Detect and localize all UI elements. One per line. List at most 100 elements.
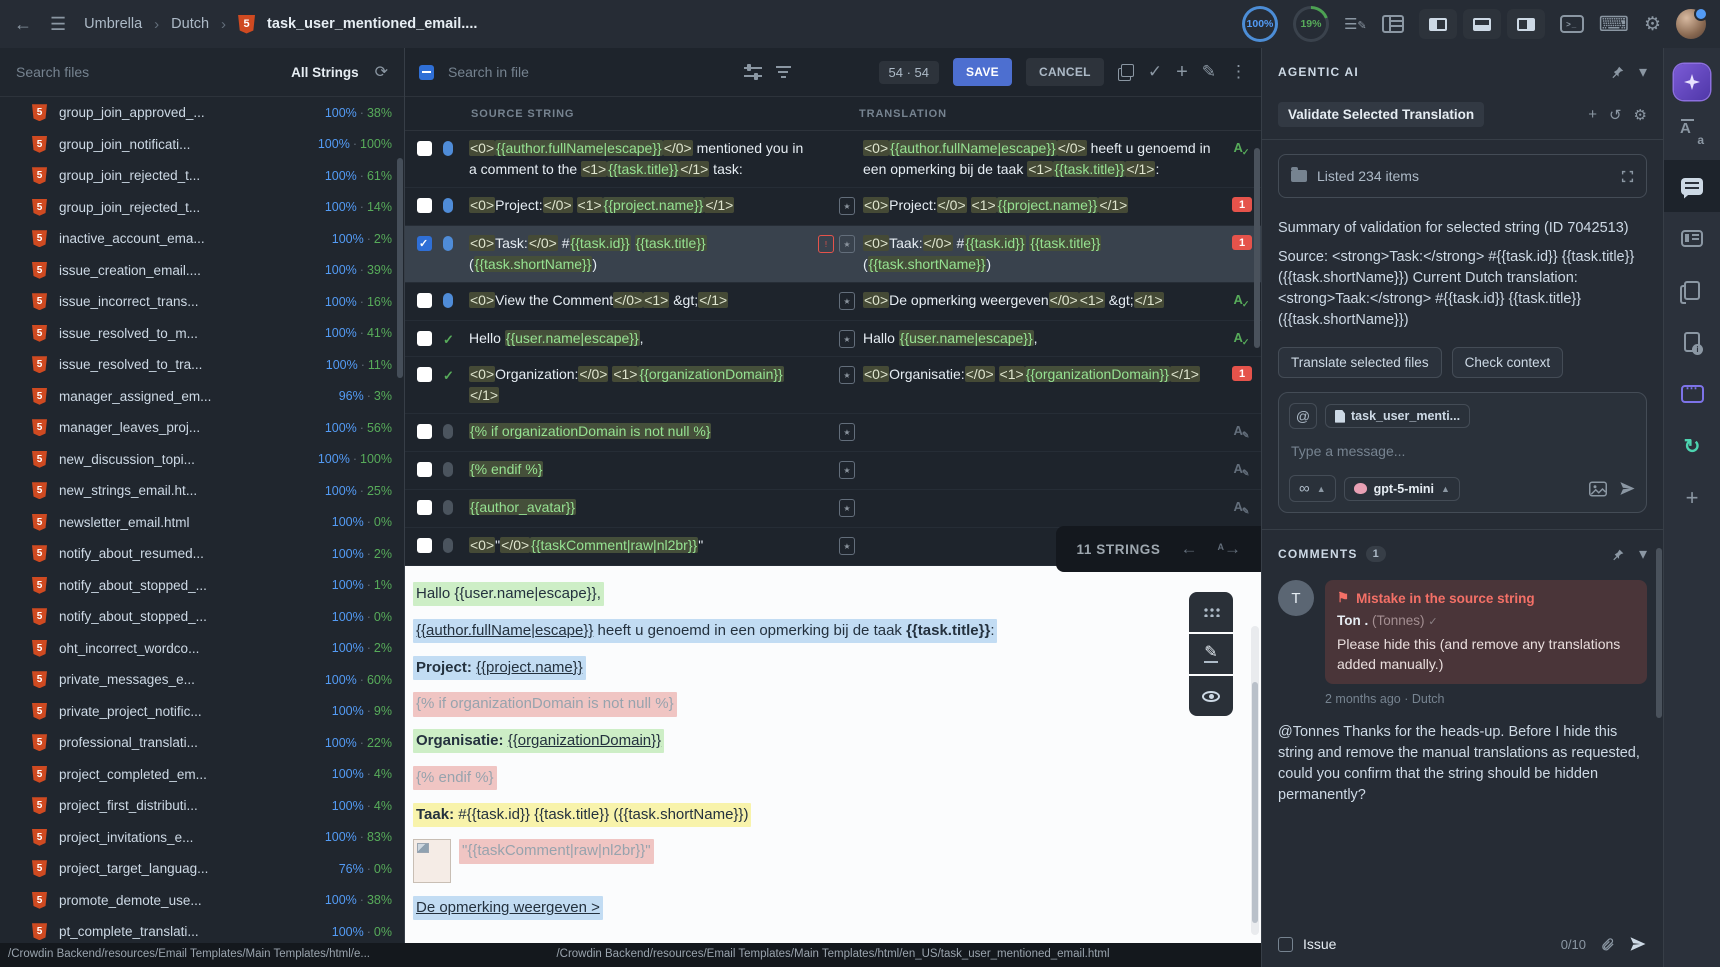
file-list-item[interactable]: 5project_first_distributi...100%·4% bbox=[0, 790, 404, 822]
string-row[interactable]: {% if organizationDomain is not null %}★… bbox=[405, 414, 1261, 452]
validate-translation-chip[interactable]: Validate Selected Translation bbox=[1278, 102, 1484, 127]
pin-icon[interactable] bbox=[1611, 65, 1625, 79]
model-dropdown[interactable]: gpt-5-mini ▲ bbox=[1344, 477, 1460, 501]
string-row[interactable]: <0>View the Comment</0><1> &gt;</1>★<0>D… bbox=[405, 283, 1261, 321]
file-list-item[interactable]: 5project_invitations_e...100%·83% bbox=[0, 822, 404, 854]
preview-highlight[interactable]: De opmerking weergeven > bbox=[413, 896, 603, 920]
refresh-icon[interactable]: ⟳ bbox=[375, 62, 388, 82]
file-list-item[interactable]: 5issue_resolved_to_m...100%·41% bbox=[0, 318, 404, 350]
save-button[interactable]: SAVE bbox=[953, 58, 1012, 86]
history-icon[interactable]: ↺ bbox=[1609, 106, 1622, 124]
toggle-right-panel-button[interactable] bbox=[1507, 9, 1545, 39]
send-comment-icon[interactable] bbox=[1629, 935, 1647, 953]
file-list-item[interactable]: 5new_strings_email.ht...100%·25% bbox=[0, 475, 404, 507]
preview-highlight[interactable]: Hallo {{user.name|escape}}, bbox=[413, 582, 604, 606]
preview-highlight[interactable]: {{author.fullName|escape}} heeft u genoe… bbox=[413, 619, 997, 643]
string-row[interactable]: ✓<0>Organization:</0> <1>{{organizationD… bbox=[405, 357, 1261, 414]
preview-edit-button[interactable]: ✎ bbox=[1189, 634, 1233, 674]
file-list-item[interactable]: 5promote_demote_use...100%·38% bbox=[0, 885, 404, 917]
previous-string-icon[interactable]: ← bbox=[1181, 539, 1198, 559]
qa-pending-icon[interactable]: A✎ bbox=[1234, 499, 1251, 514]
message-input[interactable]: Type a message... bbox=[1291, 443, 1634, 459]
filter-icon[interactable] bbox=[776, 66, 791, 78]
breadcrumb-file[interactable]: task_user_mentioned_email.... bbox=[267, 16, 477, 32]
file-list-item[interactable]: 5newsletter_email.html100%·0% bbox=[0, 507, 404, 539]
string-row[interactable]: <0>Project:</0> <1>{{project.name}}</1>★… bbox=[405, 188, 1261, 226]
select-all-checkbox[interactable] bbox=[419, 65, 434, 80]
row-checkbox[interactable] bbox=[417, 462, 432, 477]
issues-count-badge[interactable]: 1 bbox=[1232, 235, 1252, 250]
send-icon[interactable] bbox=[1619, 480, 1636, 497]
file-list-item[interactable]: 5manager_assigned_em...96%·3% bbox=[0, 381, 404, 413]
qa-pending-icon[interactable]: A✎ bbox=[1234, 423, 1251, 438]
agentic-ai-tab[interactable] bbox=[1664, 56, 1720, 108]
terminal-icon[interactable]: >_ bbox=[1560, 15, 1584, 33]
chevron-down-icon[interactable]: ▾ bbox=[1639, 62, 1647, 82]
file-list-item[interactable]: 5private_messages_e...100%·60% bbox=[0, 664, 404, 696]
mention-at-button[interactable]: @ bbox=[1289, 403, 1317, 429]
context-screenshot-icon[interactable]: ★ bbox=[839, 499, 855, 517]
mode-dropdown[interactable]: ∞ ▲ bbox=[1289, 475, 1336, 502]
file-list-item[interactable]: 5project_target_languag...76%·0% bbox=[0, 853, 404, 885]
new-chat-plus-icon[interactable]: + bbox=[1588, 106, 1597, 124]
agentic-scrollbar[interactable] bbox=[1656, 548, 1662, 718]
qa-passed-icon[interactable]: A✓ bbox=[1234, 140, 1251, 155]
issues-count-badge[interactable]: 1 bbox=[1232, 197, 1252, 212]
agentic-settings-gear-icon[interactable]: ⚙ bbox=[1634, 106, 1647, 124]
file-list-item[interactable]: 5group_join_approved_...100%·38% bbox=[0, 97, 404, 129]
expand-icon[interactable] bbox=[1621, 170, 1634, 183]
user-avatar[interactable] bbox=[1676, 9, 1706, 39]
file-list-item[interactable]: 5manager_leaves_proj...100%·56% bbox=[0, 412, 404, 444]
file-list-item[interactable]: 5new_discussion_topi...100%·100% bbox=[0, 444, 404, 476]
keyboard-shortcuts-icon[interactable]: ⌨ bbox=[1599, 12, 1629, 37]
preview-highlight[interactable]: {% if organizationDomain is not null %} bbox=[413, 692, 677, 716]
preview-eye-button[interactable] bbox=[1189, 676, 1233, 716]
context-tab[interactable] bbox=[1664, 212, 1720, 264]
breadcrumb-language[interactable]: Dutch bbox=[171, 16, 209, 32]
qa-passed-icon[interactable]: A✓ bbox=[1234, 292, 1251, 307]
add-string-icon[interactable]: + bbox=[1176, 61, 1188, 84]
preview-highlight[interactable]: Taak: #{{task.id}} {{task.title}} ({{tas… bbox=[413, 803, 751, 827]
listed-items-collapsible[interactable]: Listed 234 items bbox=[1278, 154, 1647, 198]
file-list-item[interactable]: 5group_join_notificati...100%·100% bbox=[0, 129, 404, 161]
translate-tab[interactable]: Aa bbox=[1664, 108, 1720, 160]
pin-icon[interactable] bbox=[1612, 548, 1625, 561]
issue-checkbox[interactable] bbox=[1278, 937, 1293, 952]
comments-tab[interactable] bbox=[1664, 160, 1720, 212]
search-options-icon[interactable] bbox=[744, 65, 762, 79]
edit-list-icon[interactable]: ☰✎ bbox=[1344, 15, 1367, 33]
context-screenshot-icon[interactable]: ★ bbox=[839, 366, 855, 384]
translated-progress-ring[interactable]: 100% bbox=[1242, 6, 1278, 42]
translate-selected-files-button[interactable]: Translate selected files bbox=[1278, 347, 1442, 378]
more-options-kebab-icon[interactable]: ⋮ bbox=[1230, 62, 1247, 82]
qa-passed-icon[interactable]: A✓ bbox=[1234, 330, 1251, 345]
image-attach-icon[interactable] bbox=[1589, 481, 1607, 497]
translation-memory-tab[interactable] bbox=[1664, 264, 1720, 316]
context-screenshot-icon[interactable]: ★ bbox=[839, 423, 855, 441]
string-info-tab[interactable] bbox=[1664, 316, 1720, 368]
back-icon[interactable]: ← bbox=[14, 14, 32, 35]
row-checkbox[interactable] bbox=[417, 293, 432, 308]
row-checkbox[interactable] bbox=[417, 538, 432, 553]
context-screenshot-icon[interactable]: ★ bbox=[839, 235, 855, 253]
comment-author[interactable]: Ton . bbox=[1337, 613, 1368, 628]
file-list-item[interactable]: 5pt_complete_translati...100%·0% bbox=[0, 916, 404, 943]
add-panel-tab[interactable]: + bbox=[1664, 472, 1720, 524]
file-list-item[interactable]: 5group_join_rejected_t...100%·14% bbox=[0, 192, 404, 224]
strings-scrollbar[interactable] bbox=[1254, 148, 1260, 348]
copy-source-icon[interactable] bbox=[1118, 64, 1134, 80]
strings-filter-dropdown[interactable]: All Strings bbox=[291, 65, 359, 80]
preview-grid-button[interactable] bbox=[1189, 592, 1233, 632]
file-list-item[interactable]: 5notify_about_stopped_...100%·0% bbox=[0, 601, 404, 633]
string-row[interactable]: {{author_avatar}}★A✎ bbox=[405, 490, 1261, 528]
preview-highlight[interactable]: Organisatie: {{organizationDomain}} bbox=[413, 729, 664, 753]
preview-highlight[interactable]: "{{taskComment|raw|nl2br}}" bbox=[459, 839, 654, 863]
search-in-file-input[interactable]: Search in file bbox=[448, 64, 730, 80]
row-checkbox[interactable] bbox=[417, 141, 432, 156]
row-checkbox[interactable] bbox=[417, 500, 432, 515]
toggle-left-panel-button[interactable] bbox=[1419, 9, 1457, 39]
qa-pending-icon[interactable]: A✎ bbox=[1234, 461, 1251, 476]
attached-file-chip[interactable]: task_user_menti... bbox=[1325, 404, 1470, 428]
search-files-input[interactable]: Search files bbox=[16, 64, 291, 80]
context-screenshot-icon[interactable]: ★ bbox=[839, 537, 855, 555]
